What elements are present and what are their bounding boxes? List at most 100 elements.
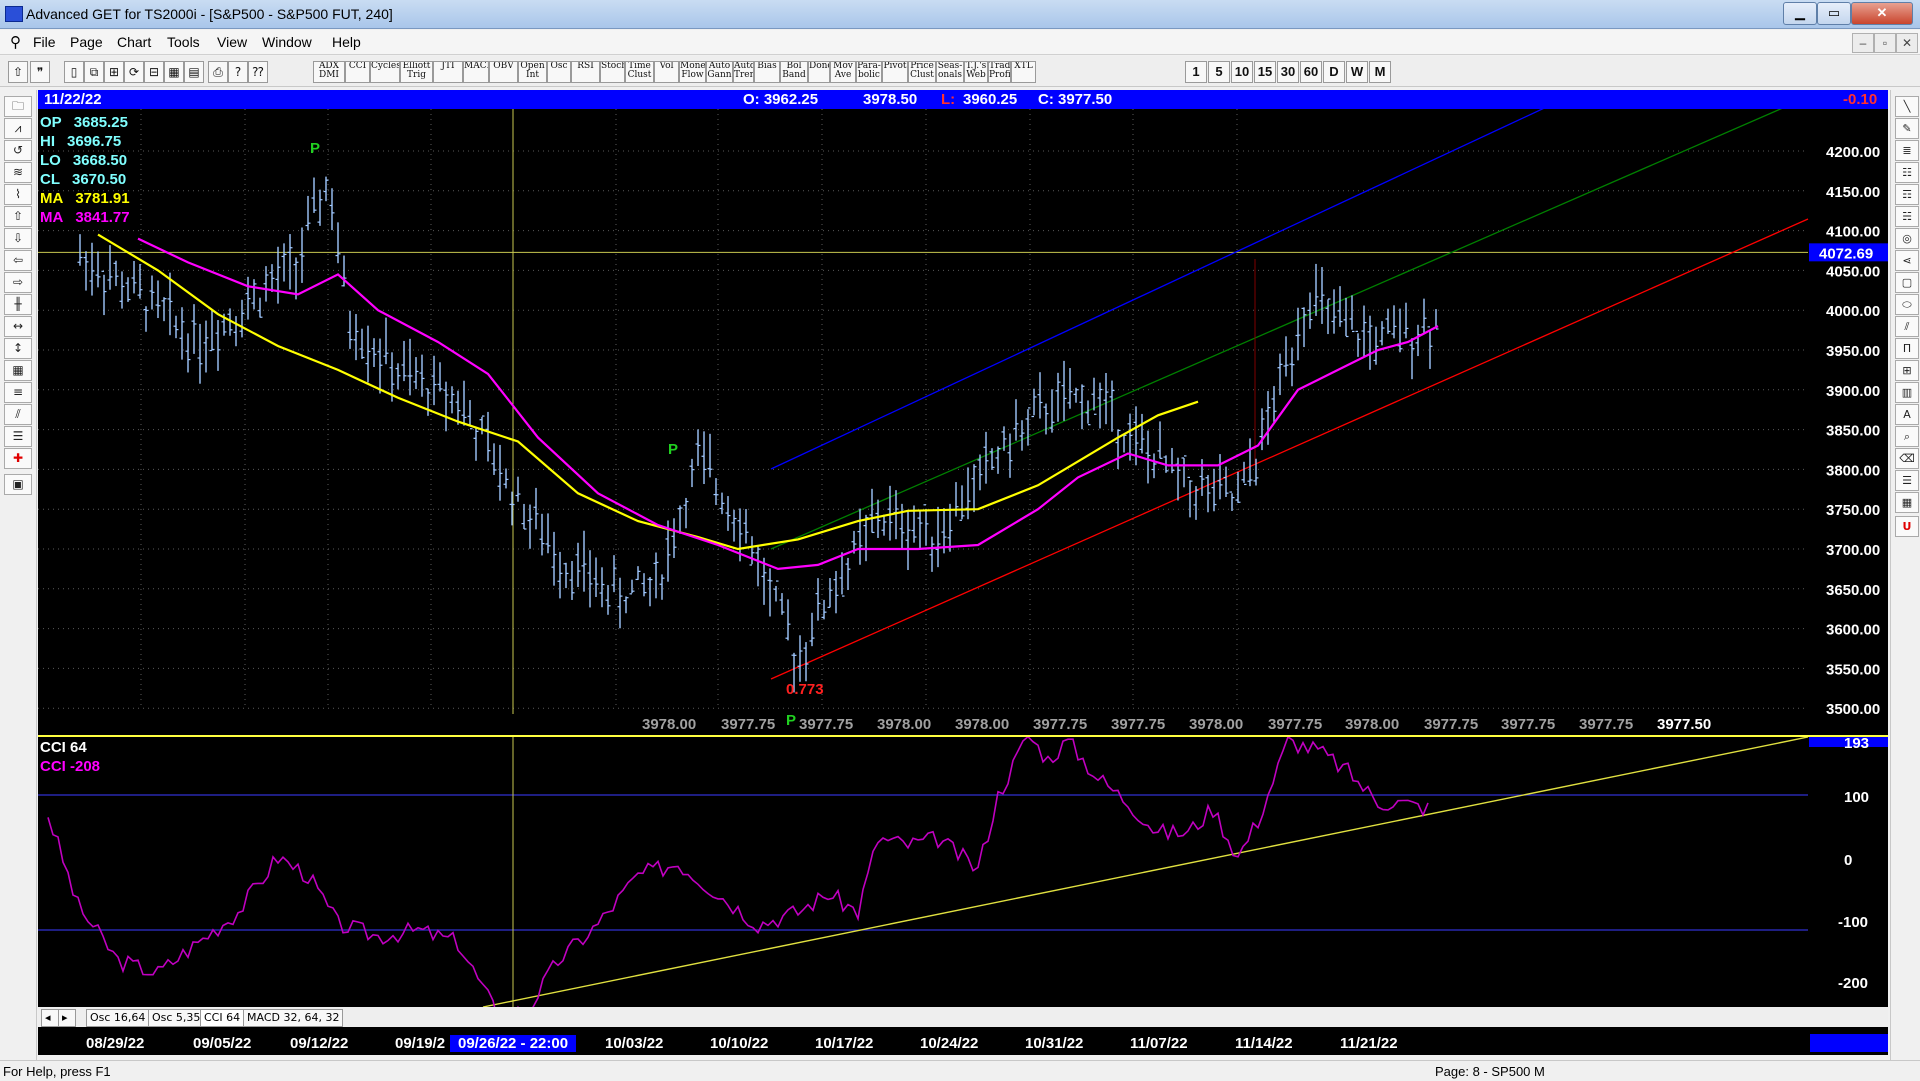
menu-help[interactable]: Help bbox=[332, 34, 361, 50]
study-button[interactable]: RSI bbox=[571, 61, 600, 83]
crosshair-icon[interactable]: ✚ bbox=[4, 448, 32, 469]
text-tool-icon[interactable]: A bbox=[1895, 404, 1919, 425]
price-chart[interactable]: 4200.00 4150.00 4100.00 4050.00 4000.00 3950.… bbox=[38, 109, 1888, 734]
study-button[interactable]: Donch bbox=[808, 61, 830, 83]
study-button[interactable]: Vol bbox=[654, 61, 679, 83]
channel-icon[interactable]: ⫽ bbox=[1895, 316, 1919, 337]
tab-cci-64[interactable]: CCI 64 bbox=[200, 1009, 245, 1027]
period-button-10[interactable]: 10 bbox=[1231, 61, 1253, 83]
pointer-icon[interactable]: ⇧ bbox=[8, 61, 28, 83]
mdi-restore-button[interactable]: ▫ bbox=[1874, 33, 1896, 53]
mob-icon[interactable]: ▥ bbox=[1895, 382, 1919, 403]
period-button-5[interactable]: 5 bbox=[1208, 61, 1230, 83]
new-icon[interactable]: ▯ bbox=[64, 61, 84, 83]
tab-osc-16-64[interactable]: Osc 16,64 bbox=[86, 1009, 150, 1027]
study-button[interactable]: Auto Trend bbox=[733, 61, 754, 83]
period-button-60[interactable]: 60 bbox=[1300, 61, 1322, 83]
layout-icon[interactable]: ⊟ bbox=[144, 61, 164, 83]
circle-icon[interactable]: ◎ bbox=[1895, 228, 1919, 249]
arrow-right-icon[interactable]: ⇨ bbox=[4, 272, 32, 293]
pti-icon[interactable]: Π bbox=[1895, 338, 1919, 359]
period-button-w[interactable]: W bbox=[1346, 61, 1368, 83]
quote-icon[interactable]: ❞ bbox=[30, 61, 50, 83]
eraser-icon[interactable]: ⌫ bbox=[1895, 448, 1919, 469]
cci-chart[interactable]: 193 100 0 -100 -200 bbox=[38, 737, 1888, 1007]
window-icon[interactable]: ▣ bbox=[4, 474, 32, 495]
study-button[interactable]: Time Clust bbox=[625, 61, 654, 83]
study-button[interactable]: Cycles bbox=[370, 61, 400, 83]
date-scroll-indicator[interactable] bbox=[1810, 1034, 1888, 1052]
menu-page[interactable]: Page bbox=[70, 34, 103, 50]
study-button[interactable]: Trade Profile bbox=[988, 61, 1011, 83]
pencil-icon[interactable]: ✎ bbox=[1895, 118, 1919, 139]
expand-vertical-icon[interactable]: ↕ bbox=[4, 338, 32, 359]
elliott-icon[interactable]: ⌇ bbox=[4, 184, 32, 205]
open-icon[interactable]: ⊞ bbox=[104, 61, 124, 83]
period-button-d[interactable]: D bbox=[1323, 61, 1345, 83]
study-button[interactable]: Pivot bbox=[882, 61, 908, 83]
fib-retrace-icon[interactable]: ≣ bbox=[1895, 140, 1919, 161]
ellipse-icon[interactable]: ⬭ bbox=[1895, 294, 1919, 315]
menu-tools[interactable]: Tools bbox=[167, 34, 200, 50]
bars-icon[interactable]: ╫ bbox=[4, 294, 32, 315]
study-icon[interactable]: ≋ bbox=[4, 162, 32, 183]
help-icon[interactable]: ? bbox=[228, 61, 248, 83]
mdi-minimize-button[interactable]: – bbox=[1852, 33, 1874, 53]
study-button[interactable]: Stoch bbox=[600, 61, 625, 83]
study-button[interactable]: T.J.'s Web bbox=[964, 61, 988, 83]
minimize-button[interactable]: ▁ bbox=[1783, 2, 1817, 25]
study-button[interactable]: OBV bbox=[489, 61, 518, 83]
zoom-icon[interactable]: ⌕ bbox=[1895, 426, 1919, 447]
menu-view[interactable]: View bbox=[217, 34, 247, 50]
table-icon[interactable]: ▦ bbox=[4, 360, 32, 381]
box-icon[interactable]: ▢ bbox=[1895, 272, 1919, 293]
list-icon[interactable]: ☰ bbox=[1895, 470, 1919, 491]
study-button[interactable]: Bol Band bbox=[780, 61, 808, 83]
tab-scroll-right[interactable]: ▸ bbox=[58, 1009, 76, 1027]
calendar-icon[interactable]: ▦ bbox=[1895, 492, 1919, 513]
arrow-left-icon[interactable]: ⇦ bbox=[4, 250, 32, 271]
study-button[interactable]: Elliott Trig bbox=[400, 61, 433, 83]
tab-macd[interactable]: MACD 32, 64, 32 bbox=[243, 1009, 344, 1027]
mdi-close-button[interactable]: ✕ bbox=[1896, 33, 1918, 53]
grid-icon[interactable]: ▦ bbox=[164, 61, 184, 83]
study-button[interactable]: XTL bbox=[1011, 61, 1036, 83]
tab-scroll-left[interactable]: ◂ bbox=[41, 1009, 59, 1027]
maximize-button[interactable]: ▭ bbox=[1817, 2, 1851, 25]
study-button[interactable]: Para-bolic bbox=[856, 61, 882, 83]
study-button[interactable]: ADX DMI bbox=[313, 61, 345, 83]
arrow-down-icon[interactable]: ⇩ bbox=[4, 228, 32, 249]
refresh-icon[interactable]: ⟳ bbox=[124, 61, 144, 83]
arrow-up-icon[interactable]: ⇧ bbox=[4, 206, 32, 227]
reset-icon[interactable]: ↺ bbox=[4, 140, 32, 161]
tab-osc-5-35[interactable]: Osc 5,35 bbox=[148, 1009, 205, 1027]
study-button[interactable]: Bias bbox=[754, 61, 780, 83]
wave-tool-icon[interactable]: ⩘ bbox=[4, 118, 32, 139]
copy-icon[interactable]: ⧉ bbox=[84, 61, 104, 83]
close-button[interactable]: ✕ bbox=[1851, 2, 1913, 25]
study-button[interactable]: Money Flow bbox=[679, 61, 706, 83]
period-button-m[interactable]: M bbox=[1369, 61, 1391, 83]
menu-window[interactable]: Window bbox=[262, 34, 312, 50]
study-button[interactable]: CCI bbox=[345, 61, 370, 83]
study-button[interactable]: Seas-onals bbox=[936, 61, 964, 83]
expand-horizontal-icon[interactable]: ↔ bbox=[4, 316, 32, 337]
study-button[interactable]: Auto Gann bbox=[706, 61, 733, 83]
line-tool-icon[interactable]: ╲ bbox=[1895, 96, 1919, 117]
gann-icon[interactable]: ⫽ bbox=[4, 404, 32, 425]
print-icon[interactable]: ⎙ bbox=[208, 61, 228, 83]
tile-icon[interactable]: ▤ bbox=[184, 61, 204, 83]
study-button[interactable]: Osc bbox=[547, 61, 571, 83]
period-button-30[interactable]: 30 bbox=[1277, 61, 1299, 83]
grid-tool-icon[interactable]: ⊞ bbox=[1895, 360, 1919, 381]
study-button[interactable]: MACD bbox=[463, 61, 489, 83]
study-button[interactable]: Price Clust bbox=[908, 61, 936, 83]
context-help-icon[interactable]: ⁇ bbox=[248, 61, 268, 83]
menu-chart[interactable]: Chart bbox=[117, 34, 151, 50]
fib-time-icon[interactable]: ☵ bbox=[1895, 206, 1919, 227]
menu-file[interactable]: File bbox=[33, 34, 56, 50]
period-button-15[interactable]: 15 bbox=[1254, 61, 1276, 83]
fan-icon[interactable]: ⋖ bbox=[1895, 250, 1919, 271]
fib-ret-icon[interactable]: ☷ bbox=[1895, 162, 1919, 183]
study-button[interactable]: Mov Ave bbox=[830, 61, 856, 83]
